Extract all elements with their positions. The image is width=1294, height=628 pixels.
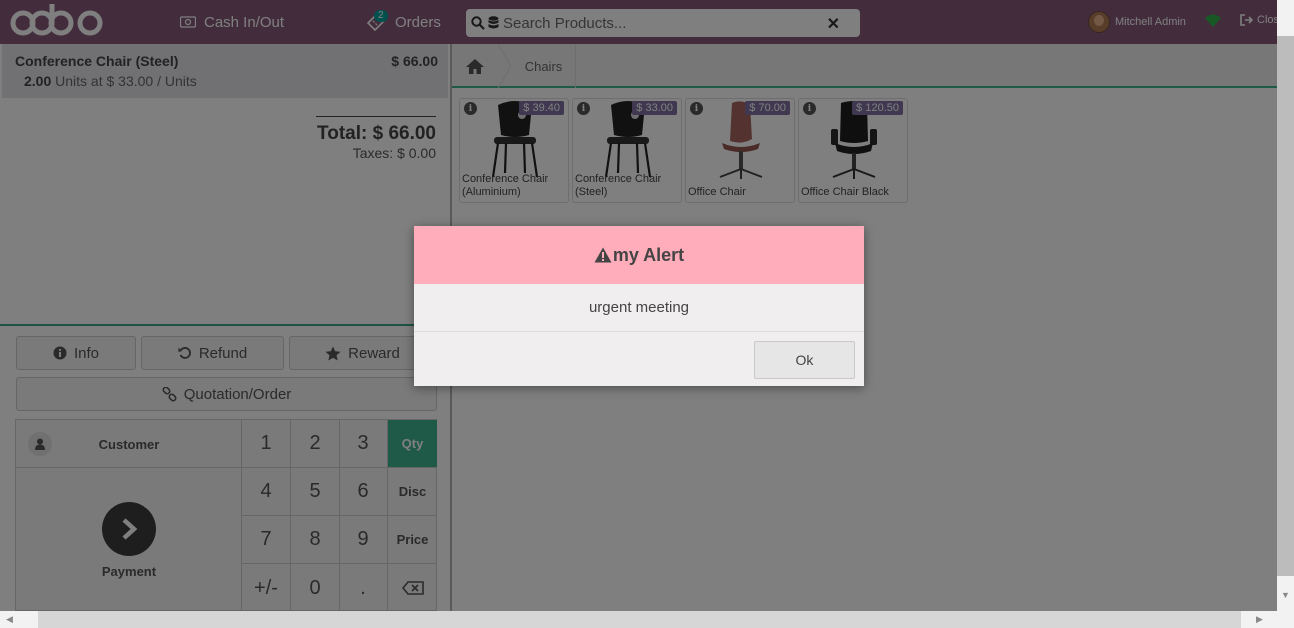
horizontal-scrollbar-thumb[interactable] [38, 611, 1241, 628]
scroll-down-arrow-icon[interactable]: ▼ [1281, 590, 1290, 600]
alert-message: urgent meeting [588, 299, 690, 316]
alert-header: my Alert [414, 226, 864, 284]
vertical-scrollbar-thumb[interactable] [1277, 36, 1294, 576]
scroll-left-arrow-icon[interactable]: ◀ [6, 614, 13, 625]
warning-icon [594, 247, 612, 263]
alert-title: my Alert [612, 244, 685, 265]
alert-dialog: my Alert urgent meeting Ok [414, 226, 864, 386]
ok-button[interactable]: Ok [754, 341, 855, 379]
scroll-right-arrow-icon[interactable]: ▶ [1256, 614, 1263, 625]
alert-body: urgent meeting [414, 284, 864, 332]
